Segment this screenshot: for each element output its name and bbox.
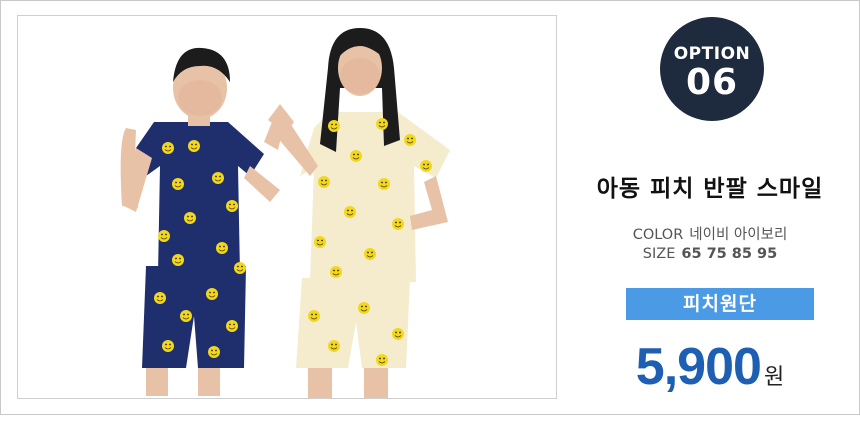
product-photo-illustration	[18, 16, 556, 398]
size-label: SIZE	[642, 246, 676, 262]
product-title: 아동 피치 반팔 스마일	[596, 176, 824, 202]
product-photo	[17, 15, 557, 399]
color-value: 네이비 아이보리	[689, 227, 788, 243]
price-amount: 5,900	[635, 338, 762, 396]
product-card: OPTION 06 아동 피치 반팔 스마일 COLOR 네이비 아이보리 SIZ…	[0, 0, 860, 415]
option-label: OPTION	[673, 44, 751, 64]
option-number: 06	[685, 62, 739, 103]
price: 5,900 원	[561, 337, 859, 397]
size-value: 65 75 85 95	[681, 246, 778, 262]
price-currency: 원	[763, 365, 785, 390]
option-badge: OPTION 06	[660, 17, 764, 121]
spec-size-line: SIZE 65 75 85 95	[561, 246, 859, 262]
spec-color-line: COLOR 네이비 아이보리	[561, 223, 859, 244]
fabric-badge: 피치원단	[626, 288, 814, 320]
color-label: COLOR	[632, 227, 684, 243]
